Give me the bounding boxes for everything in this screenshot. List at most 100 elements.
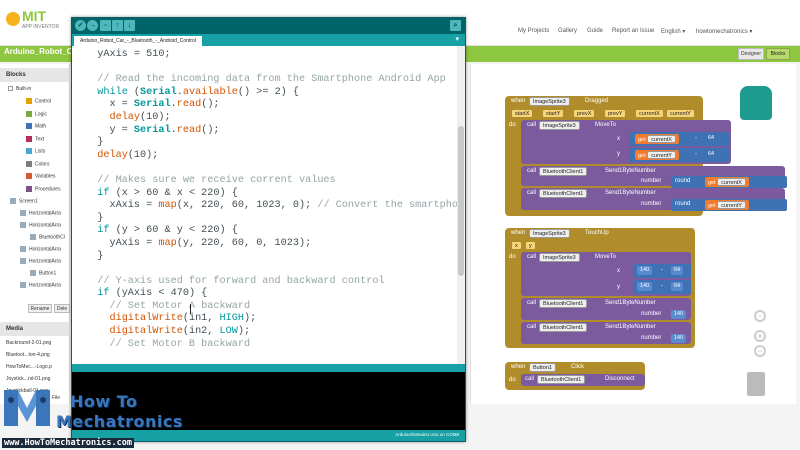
howtomechatronics-logo-icon <box>4 390 50 426</box>
component-tree-item[interactable]: BluetoothCl <box>30 234 65 240</box>
scrollbar-thumb[interactable] <box>458 126 464 276</box>
bluetooth-component[interactable]: BluetoothClient1 <box>537 375 586 384</box>
builtin-colors[interactable]: Colors <box>26 160 49 167</box>
bluetooth-component[interactable]: BluetoothClient1 <box>539 167 588 176</box>
event-name: Dragged <box>585 98 609 104</box>
event-param-prevY[interactable]: prevY <box>604 109 627 118</box>
component-tree-item[interactable]: HorizontalArra <box>20 210 61 216</box>
serial-monitor-icon[interactable]: ⌕ <box>450 20 461 31</box>
component-icon <box>10 198 16 204</box>
media-item[interactable]: Bluetoot...ton-4.png <box>6 352 50 358</box>
media-item[interactable]: Joystick...nd-01.png <box>6 376 50 382</box>
nav-my-projects[interactable]: My Projects <box>518 28 549 34</box>
nav-language[interactable]: English ▾ <box>661 28 685 35</box>
nav-account[interactable]: howtomechatronics ▾ <box>696 28 752 35</box>
number-140[interactable]: 140 <box>671 310 687 319</box>
number-label: number <box>641 178 662 184</box>
builtin-text[interactable]: Text <box>26 135 44 142</box>
media-item[interactable]: Backround-2-01.png <box>6 340 51 346</box>
call-label: call <box>527 168 537 174</box>
number-label: number <box>641 201 662 207</box>
y-param-label: y <box>617 151 620 157</box>
number-140[interactable]: 140 <box>671 334 687 343</box>
event-param-y[interactable]: y <box>525 241 536 250</box>
delete-button[interactable]: Dele <box>54 304 70 313</box>
bluetooth-component[interactable]: BluetoothClient1 <box>539 299 588 308</box>
designer-button[interactable]: Designer <box>738 48 764 60</box>
component-tree-item[interactable]: Button1 <box>30 270 56 276</box>
builtin-lists[interactable]: Lists <box>26 148 45 154</box>
trash-icon[interactable] <box>747 372 765 396</box>
editor-scrollbar[interactable] <box>457 46 465 364</box>
number-64[interactable]: 64 <box>671 266 684 275</box>
event-param-currentX[interactable]: currentX <box>635 109 664 118</box>
minus-sign: - <box>661 267 663 273</box>
builtin-control[interactable]: Control <box>26 98 51 104</box>
nav-guide[interactable]: Guide <box>587 28 603 34</box>
minus-sign: - <box>661 283 663 289</box>
component-dropdown[interactable]: Button1 <box>529 363 556 372</box>
backpack-icon[interactable] <box>740 86 772 120</box>
new-sketch-icon[interactable]: ▫ <box>100 20 111 31</box>
moveto-component[interactable]: ImageSprite3 <box>539 121 580 130</box>
moveto-component[interactable]: ImageSprite3 <box>539 253 580 262</box>
call-label: call <box>527 190 537 196</box>
component-dropdown[interactable]: ImageSprite3 <box>529 229 570 238</box>
get-currenty-block[interactable]: get currentY <box>635 150 679 160</box>
component-tree-item[interactable]: HorizontalArra <box>20 258 61 264</box>
builtin-variables[interactable]: Variables <box>26 173 55 179</box>
event-param-startY[interactable]: startY <box>542 109 565 118</box>
get-currentx-block[interactable]: get currentX <box>705 177 749 187</box>
event-param-startX[interactable]: startX <box>511 109 534 118</box>
tab-menu-icon[interactable]: ▾ <box>455 35 459 43</box>
save-icon[interactable]: ↓ <box>124 20 135 31</box>
zoom-out-icon[interactable]: − <box>754 345 766 357</box>
send-label: Send1ByteNumber <box>605 190 656 196</box>
watermark-url: www.HowToMechatronics.com <box>2 438 134 448</box>
open-icon[interactable]: ↑ <box>112 20 123 31</box>
sketch-tab[interactable]: Arduino_Robot_Car_-_Bluetooth_-_Android_… <box>74 36 202 46</box>
builtin-math[interactable]: Math <box>26 123 46 129</box>
logo-subtext: APP INVENTOR <box>22 24 60 30</box>
send-label: Send1ByteNumber <box>605 324 656 330</box>
when-label: when <box>511 364 526 370</box>
nav-gallery[interactable]: Gallery <box>558 28 577 34</box>
number-64[interactable]: 64 <box>705 150 718 159</box>
nav-report-issue[interactable]: Report an Issue <box>612 28 654 34</box>
when-label: when <box>511 98 526 104</box>
console-divider[interactable] <box>72 364 465 372</box>
blocks-button[interactable]: Blocks <box>766 48 790 60</box>
component-dropdown[interactable]: ImageSprite3 <box>529 97 570 106</box>
rename-button[interactable]: Rename <box>28 304 52 313</box>
event-param-prevX[interactable]: prevX <box>573 109 596 118</box>
tree-builtin[interactable]: Built-in <box>8 86 31 92</box>
number-64[interactable]: 64 <box>671 282 684 291</box>
component-tree-item[interactable]: HorizontalArra <box>20 246 61 252</box>
builtin-procedures[interactable]: Procedures <box>26 185 61 192</box>
media-item[interactable]: HowToMec...-Logo.p <box>6 364 52 370</box>
do-label: do <box>509 122 516 128</box>
builtin-logic[interactable]: Logic <box>26 110 47 117</box>
center-target-icon[interactable]: ◦ <box>754 310 766 322</box>
file-upload-button[interactable]: File <box>52 395 60 401</box>
send-label: Send1ByteNumber <box>605 168 656 174</box>
bluetooth-component[interactable]: BluetoothClient1 <box>539 189 588 198</box>
number-140[interactable]: 140 <box>637 282 653 291</box>
component-tree-item[interactable]: HorizontalArra <box>20 282 61 288</box>
upload-icon[interactable]: → <box>87 20 98 31</box>
bluetooth-component[interactable]: BluetoothClient1 <box>539 323 588 332</box>
get-currentx-block[interactable]: get currentX <box>635 134 679 144</box>
do-label: do <box>509 254 516 260</box>
board-port-status: Arduino/Genuino Uno on COM8 <box>395 432 459 437</box>
event-param-x[interactable]: x <box>511 241 522 250</box>
number-140[interactable]: 140 <box>637 266 653 275</box>
get-currenty-block[interactable]: get currentY <box>705 200 749 210</box>
event-param-currentY[interactable]: currentY <box>666 109 695 118</box>
zoom-in-icon[interactable]: + <box>754 330 766 342</box>
number-64[interactable]: 64 <box>705 134 718 143</box>
app-inventor-logo[interactable]: MIT APP INVENTOR <box>4 6 66 40</box>
component-tree-item[interactable]: HorizontalArra <box>20 222 61 228</box>
verify-icon[interactable]: ✓ <box>75 20 86 31</box>
code-editor[interactable]: yAxis = 510; // Read the incoming data f… <box>72 46 457 364</box>
component-tree-item[interactable]: Screen1 <box>10 198 38 204</box>
